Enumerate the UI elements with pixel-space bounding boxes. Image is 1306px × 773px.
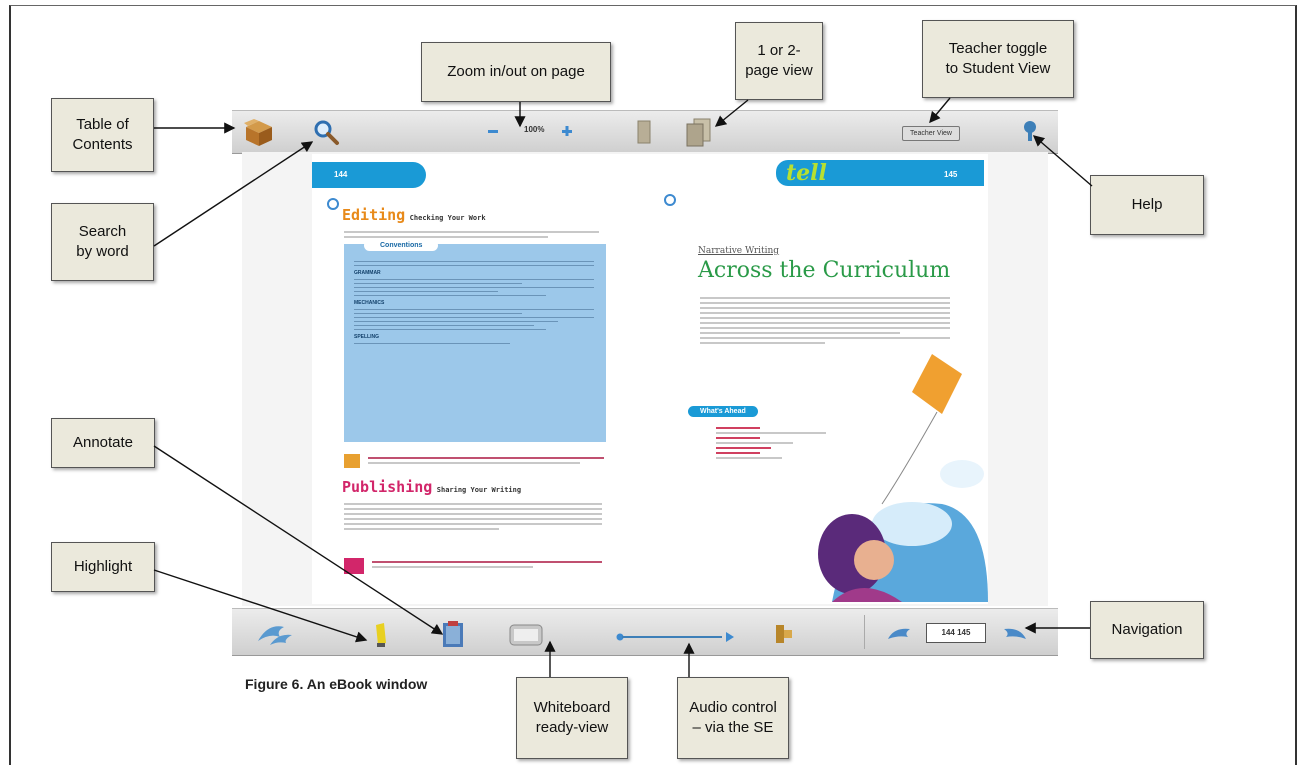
audio-progress-slider[interactable] bbox=[616, 629, 736, 642]
conventions-tab: Conventions bbox=[364, 240, 439, 251]
callout-help: Help bbox=[1090, 175, 1204, 235]
right-page-banner: tell 145 bbox=[776, 160, 984, 186]
callout-whiteboard: Whiteboard ready-view bbox=[516, 677, 628, 759]
previous-page-icon[interactable] bbox=[886, 623, 914, 643]
next-page-icon[interactable] bbox=[1000, 623, 1028, 643]
right-page: tell 145 Narrative Writing Across the Cu… bbox=[652, 154, 988, 604]
divider bbox=[864, 615, 865, 649]
section-mechanics: MECHANICS bbox=[354, 300, 385, 306]
brand-logo: tell bbox=[786, 160, 827, 186]
highlighter-icon[interactable] bbox=[370, 621, 392, 649]
kite-illustration bbox=[792, 354, 988, 602]
page-marker-icon[interactable] bbox=[664, 194, 676, 206]
dolphin-logo-icon bbox=[254, 619, 296, 647]
callout-navigation: Navigation bbox=[1090, 601, 1204, 659]
callout-page-view: 1 or 2- page view bbox=[735, 22, 823, 100]
annotate-notepad-icon[interactable] bbox=[440, 619, 466, 649]
tip-icon bbox=[344, 454, 360, 468]
right-title: Across the Curriculum bbox=[698, 258, 951, 283]
section-spelling: SPELLING bbox=[354, 334, 380, 340]
conventions-panel: Conventions GRAMMAR MECHANICS SPELLING bbox=[344, 240, 606, 442]
callout-annotate: Annotate bbox=[51, 418, 155, 468]
audio-speaker-icon[interactable] bbox=[772, 621, 796, 647]
whats-ahead-tab: What's Ahead bbox=[688, 406, 758, 417]
callout-audio: Audio control – via the SE bbox=[677, 677, 789, 759]
single-page-view-icon[interactable] bbox=[636, 119, 652, 145]
right-kicker: Narrative Writing bbox=[698, 246, 780, 256]
zoom-in-icon[interactable] bbox=[560, 124, 574, 138]
left-page-number: 144 bbox=[334, 170, 348, 179]
callout-search: Search by word bbox=[51, 203, 154, 281]
toc-box-icon[interactable] bbox=[242, 117, 276, 147]
page-marker-icon[interactable] bbox=[327, 198, 339, 210]
search-icon[interactable] bbox=[312, 118, 340, 146]
figure-caption: Figure 6. An eBook window bbox=[245, 676, 428, 692]
zoom-level: 100% bbox=[524, 125, 545, 134]
left-page-banner: 144 bbox=[312, 162, 426, 188]
callout-zoom: Zoom in/out on page bbox=[421, 42, 611, 102]
callout-teacher-toggle: Teacher toggle to Student View bbox=[922, 20, 1074, 98]
teacher-view-button[interactable]: Teacher View bbox=[902, 126, 960, 141]
callout-toc: Table of Contents bbox=[51, 98, 154, 172]
section-grammar: GRAMMAR bbox=[354, 270, 381, 276]
publishing-title: Publishing bbox=[342, 478, 433, 496]
publish-tip-icon bbox=[344, 558, 364, 574]
ebook-spread: 144 Editing Checking Your Work Conventio… bbox=[242, 152, 1048, 606]
left-page: 144 Editing Checking Your Work Conventio… bbox=[312, 154, 672, 604]
editing-subtitle: Checking Your Work bbox=[409, 214, 486, 222]
zoom-out-icon[interactable] bbox=[486, 124, 500, 138]
publishing-subtitle: Sharing Your Writing bbox=[436, 486, 522, 494]
editing-title: Editing bbox=[342, 206, 406, 224]
two-page-view-icon[interactable] bbox=[684, 117, 714, 147]
bottom-toolbar: 144 145 bbox=[232, 608, 1058, 656]
right-page-number: 145 bbox=[944, 170, 958, 179]
callout-highlight: Highlight bbox=[51, 542, 155, 592]
top-toolbar: 100% Teacher View bbox=[232, 110, 1058, 154]
help-icon[interactable] bbox=[1020, 119, 1040, 145]
whiteboard-view-icon[interactable] bbox=[506, 621, 546, 649]
page-number-box[interactable]: 144 145 bbox=[926, 623, 986, 643]
